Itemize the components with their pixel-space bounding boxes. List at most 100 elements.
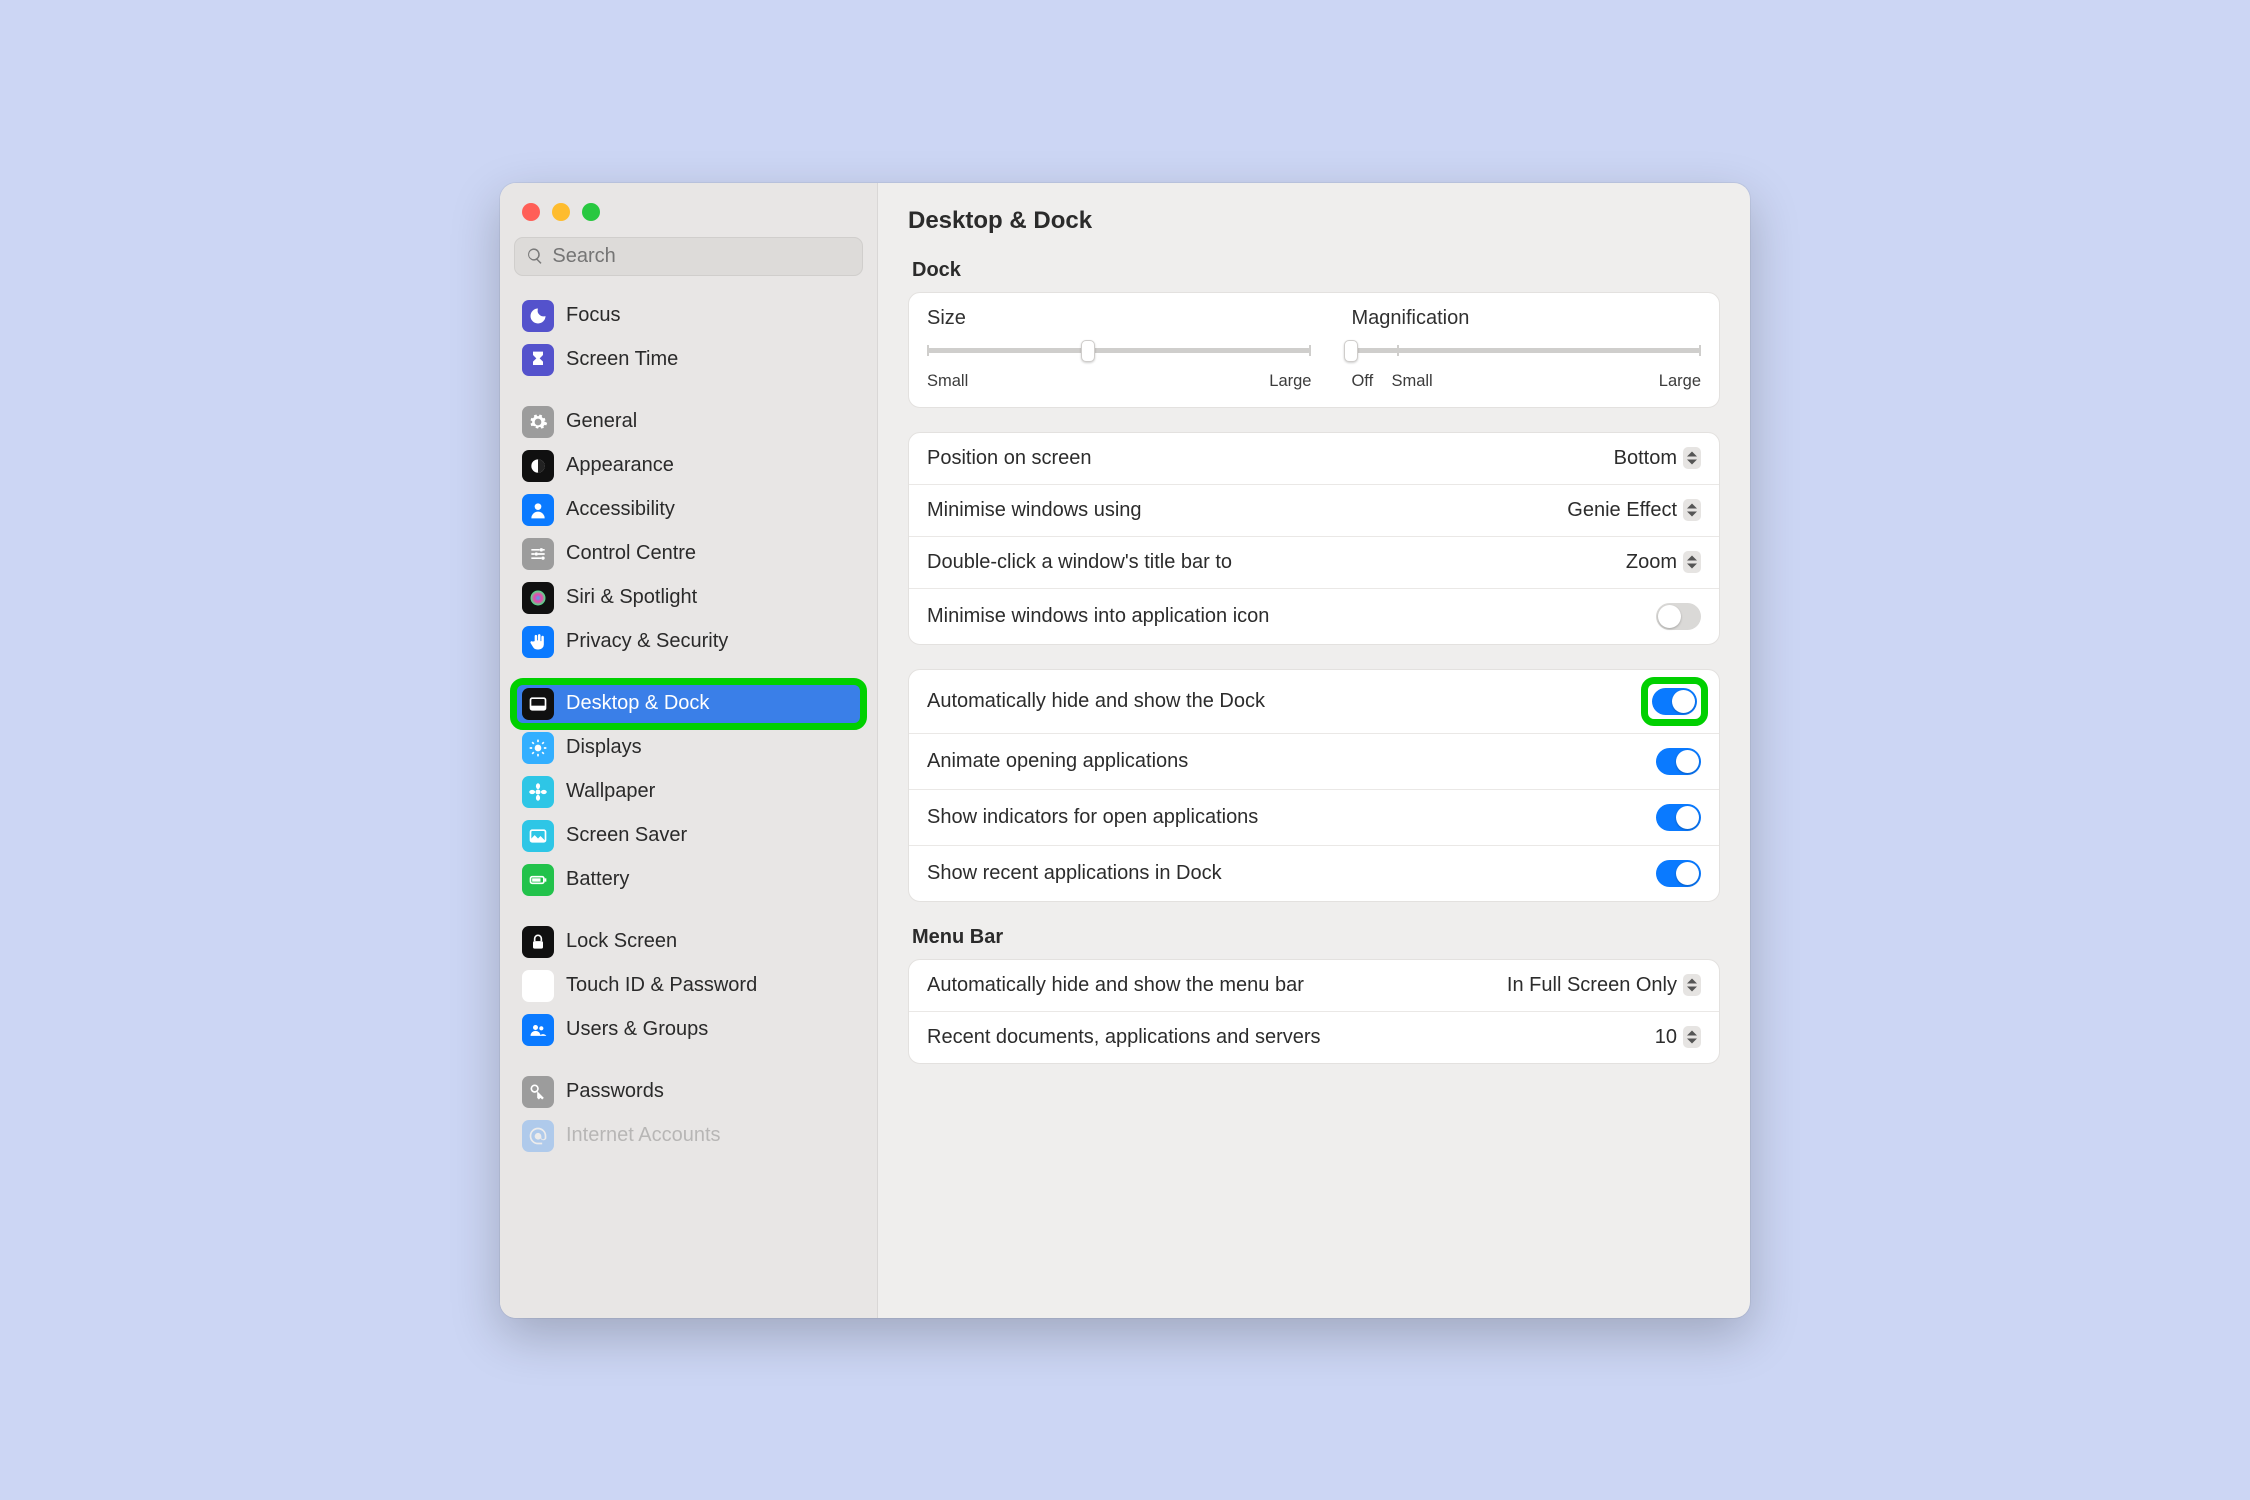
finger-icon	[522, 970, 554, 1002]
sidebar-item-label: Lock Screen	[566, 930, 677, 953]
sidebar-item-general[interactable]: General	[514, 400, 863, 444]
sidebar-item-label: General	[566, 410, 637, 433]
row-label: Animate opening applications	[927, 750, 1656, 773]
row-label: Automatically hide and show the Dock	[927, 690, 1648, 713]
row-label: Show recent applications in Dock	[927, 862, 1656, 885]
row-label: Automatically hide and show the menu bar	[927, 974, 1507, 997]
sidebar-item-label: Siri & Spotlight	[566, 586, 697, 609]
select-value: Genie Effect	[1567, 499, 1677, 522]
search-icon	[526, 246, 544, 266]
sidebar-item-label: Appearance	[566, 454, 674, 477]
sun-icon	[522, 732, 554, 764]
chevron-updown-icon	[1683, 1026, 1701, 1048]
dock-options-card: Position on screenBottom Minimise windows…	[908, 432, 1720, 645]
gear-icon	[522, 406, 554, 438]
dock-icon	[522, 688, 554, 720]
close-icon[interactable]	[522, 203, 540, 221]
chevron-updown-icon	[1683, 447, 1701, 469]
select-value: 10	[1655, 1026, 1677, 1049]
mag-label: Magnification	[1351, 307, 1701, 330]
photo-icon	[522, 820, 554, 852]
mag-max: Large	[1659, 372, 1701, 391]
sidebar-item-label: Users & Groups	[566, 1018, 708, 1041]
dock-toggles-card: Automatically hide and show the Dock Anim…	[908, 669, 1720, 902]
recent-docs-select[interactable]: 10	[1655, 1026, 1701, 1049]
sidebar-item-displays[interactable]: Displays	[514, 726, 863, 770]
sidebar-item-passwords[interactable]: Passwords	[514, 1070, 863, 1114]
row-auto-hide-mb: Automatically hide and show the menu bar…	[909, 960, 1719, 1011]
menubar-card: Automatically hide and show the menu bar…	[908, 959, 1720, 1064]
dbl-click-select[interactable]: Zoom	[1626, 551, 1701, 574]
row-label: Recent documents, applications and serve…	[927, 1026, 1655, 1049]
sidebar-item-label: Wallpaper	[566, 780, 655, 803]
magnification-slider: Magnification Off Small Large	[1351, 307, 1701, 391]
select-value: In Full Screen Only	[1507, 974, 1677, 997]
auto-hide-toggle[interactable]	[1652, 688, 1697, 715]
mag-min: Small	[1391, 372, 1432, 391]
sidebar: Focus Screen Time General Appearance Accessi…	[500, 183, 878, 1318]
chevron-updown-icon	[1683, 499, 1701, 521]
sidebar-item-internet[interactable]: Internet Accounts	[514, 1114, 863, 1158]
sidebar-item-desktop-dock[interactable]: Desktop & Dock	[514, 682, 863, 726]
window-controls	[500, 183, 877, 229]
indicators-toggle[interactable]	[1656, 804, 1701, 831]
sidebar-item-label: Passwords	[566, 1080, 664, 1103]
mag-off: Off	[1351, 372, 1391, 391]
sidebar-item-battery[interactable]: Battery	[514, 858, 863, 902]
sidebar-item-siri[interactable]: Siri & Spotlight	[514, 576, 863, 620]
sidebar-item-lock-screen[interactable]: Lock Screen	[514, 920, 863, 964]
hand-icon	[522, 626, 554, 658]
sidebar-item-label: Displays	[566, 736, 642, 759]
dock-section-title: Dock	[912, 259, 1720, 282]
dock-sliders-card: Size Small Large Magnification	[908, 292, 1720, 408]
size-label: Size	[927, 307, 1311, 330]
person-icon	[522, 494, 554, 526]
appearance-icon	[522, 450, 554, 482]
row-position: Position on screenBottom	[909, 433, 1719, 484]
min-using-select[interactable]: Genie Effect	[1567, 499, 1701, 522]
row-min-into: Minimise windows into application icon	[909, 588, 1719, 644]
at-icon	[522, 1120, 554, 1152]
row-indicators: Show indicators for open applications	[909, 789, 1719, 845]
sidebar-item-label: Control Centre	[566, 542, 696, 565]
settings-window: Focus Screen Time General Appearance Accessi…	[500, 183, 1750, 1318]
select-value: Bottom	[1614, 447, 1677, 470]
row-label: Double-click a window's title bar to	[927, 551, 1626, 574]
sidebar-list[interactable]: Focus Screen Time General Appearance Accessi…	[500, 290, 877, 1318]
size-track[interactable]	[927, 340, 1311, 362]
search-input[interactable]	[514, 237, 863, 276]
recent-toggle[interactable]	[1656, 860, 1701, 887]
sidebar-item-users[interactable]: Users & Groups	[514, 1008, 863, 1052]
sidebar-item-appearance[interactable]: Appearance	[514, 444, 863, 488]
auto-hide-mb-select[interactable]: In Full Screen Only	[1507, 974, 1701, 997]
select-value: Zoom	[1626, 551, 1677, 574]
siri-icon	[522, 582, 554, 614]
sidebar-item-touch-id[interactable]: Touch ID & Password	[514, 964, 863, 1008]
sidebar-item-wallpaper[interactable]: Wallpaper	[514, 770, 863, 814]
sidebar-item-label: Focus	[566, 304, 620, 327]
sidebar-item-screen-time[interactable]: Screen Time	[514, 338, 863, 382]
row-auto-hide: Automatically hide and show the Dock	[909, 670, 1719, 733]
size-slider: Size Small Large	[927, 307, 1311, 391]
sidebar-item-accessibility[interactable]: Accessibility	[514, 488, 863, 532]
sidebar-item-privacy[interactable]: Privacy & Security	[514, 620, 863, 664]
mag-track[interactable]	[1351, 340, 1701, 362]
size-max: Large	[1269, 372, 1311, 391]
min-into-toggle[interactable]	[1656, 603, 1701, 630]
maximize-icon[interactable]	[582, 203, 600, 221]
sidebar-item-label: Accessibility	[566, 498, 675, 521]
page-title: Desktop & Dock	[908, 207, 1720, 235]
row-recent: Show recent applications in Dock	[909, 845, 1719, 901]
sidebar-item-control-centre[interactable]: Control Centre	[514, 532, 863, 576]
minimize-icon[interactable]	[552, 203, 570, 221]
sidebar-item-focus[interactable]: Focus	[514, 294, 863, 338]
content-pane: Desktop & Dock Dock Size Small Large	[878, 183, 1750, 1318]
battery-icon	[522, 864, 554, 896]
search-field[interactable]	[552, 245, 851, 268]
position-select[interactable]: Bottom	[1614, 447, 1701, 470]
animate-toggle[interactable]	[1656, 748, 1701, 775]
sliders-icon	[522, 538, 554, 570]
sidebar-item-label: Privacy & Security	[566, 630, 728, 653]
highlight-box	[1648, 684, 1701, 719]
sidebar-item-screen-saver[interactable]: Screen Saver	[514, 814, 863, 858]
